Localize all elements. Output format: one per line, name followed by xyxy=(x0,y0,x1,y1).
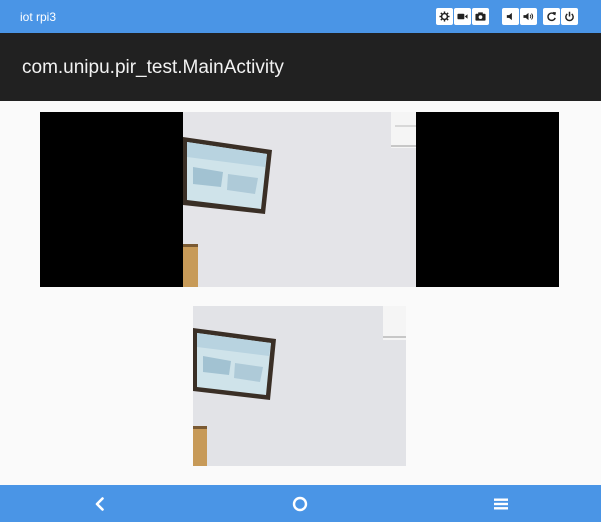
gear-icon xyxy=(439,11,450,22)
camera-preview-small xyxy=(193,306,406,466)
home-button[interactable] xyxy=(287,491,313,517)
navigation-bar xyxy=(0,485,601,522)
app-title: com.unipu.pir_test.MainActivity xyxy=(22,57,284,78)
video-camera-icon xyxy=(457,13,468,20)
app-bar: com.unipu.pir_test.MainActivity xyxy=(0,33,601,101)
camera-thumbnail-image xyxy=(193,306,406,466)
device-name: iot rpi3 xyxy=(20,10,57,24)
volume-down-button[interactable] xyxy=(502,8,519,25)
menu-button[interactable] xyxy=(488,491,514,517)
device-top-bar: iot rpi3 xyxy=(0,0,601,33)
home-icon xyxy=(292,496,308,512)
rotate-icon xyxy=(547,11,557,22)
camera-icon xyxy=(475,12,486,21)
settings-button[interactable] xyxy=(436,8,453,25)
back-icon xyxy=(95,497,104,511)
volume-up-button[interactable] xyxy=(520,8,537,25)
camera-preview-large xyxy=(40,112,559,287)
volume-group xyxy=(502,8,537,25)
menu-icon xyxy=(494,498,508,510)
device-settings-camera-group xyxy=(436,8,489,25)
power-button[interactable] xyxy=(561,8,578,25)
power-group xyxy=(543,8,578,25)
power-icon xyxy=(565,11,574,22)
screenshot-button[interactable] xyxy=(472,8,489,25)
volume-up-icon xyxy=(523,12,534,21)
record-video-button[interactable] xyxy=(454,8,471,25)
volume-down-icon xyxy=(506,12,512,21)
rotate-button[interactable] xyxy=(543,8,560,25)
camera-frame-image xyxy=(40,112,559,287)
back-button[interactable] xyxy=(87,491,113,517)
